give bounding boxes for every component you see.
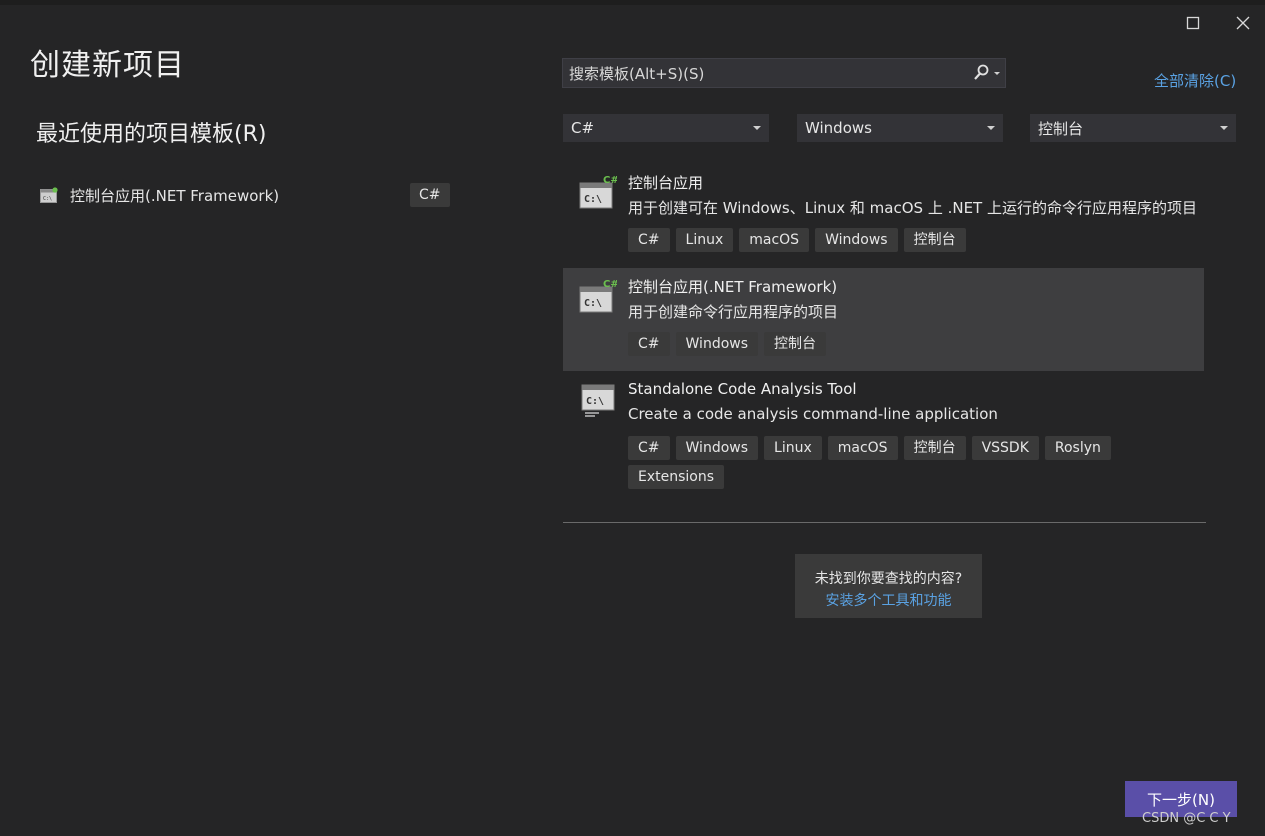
tag: macOS bbox=[827, 436, 898, 460]
close-button[interactable] bbox=[1229, 10, 1257, 36]
search-options-button[interactable] bbox=[969, 59, 1005, 87]
tag: Linux bbox=[675, 228, 734, 252]
chevron-down-icon bbox=[753, 126, 761, 130]
recent-template-language-tag: C# bbox=[410, 183, 450, 207]
svg-text:C#: C# bbox=[603, 279, 617, 290]
maximize-icon bbox=[1186, 16, 1200, 30]
tag: C# bbox=[628, 228, 670, 252]
template-name: 控制台应用 bbox=[628, 174, 704, 192]
template-item-console-app-net-framework[interactable]: C:\ C# 控制台应用(.NET Framework) 用于创建命令行应用程序… bbox=[563, 268, 1204, 371]
svg-text:C:\: C:\ bbox=[43, 196, 52, 202]
project-type-filter-value: 控制台 bbox=[1038, 119, 1084, 138]
template-item-standalone-code-analysis-tool[interactable]: C:\ Standalone Code Analysis Tool Create… bbox=[563, 372, 1204, 502]
chevron-down-icon bbox=[1220, 126, 1228, 130]
not-found-panel: 未找到你要查找的内容? 安装多个工具和功能 bbox=[795, 554, 982, 618]
tag: C# bbox=[628, 436, 670, 460]
tag: 控制台 bbox=[903, 228, 966, 252]
tag: C# bbox=[628, 332, 670, 356]
tag: 控制台 bbox=[764, 332, 827, 356]
install-tools-link[interactable]: 安装多个工具和功能 bbox=[795, 590, 982, 610]
tag: macOS bbox=[739, 228, 810, 252]
console-csharp-icon: C:\ C# bbox=[579, 175, 617, 209]
template-description: 用于创建可在 Windows、Linux 和 macOS 上 .NET 上运行的… bbox=[628, 199, 1197, 217]
tag: Extensions bbox=[628, 465, 725, 489]
language-filter-value: C# bbox=[571, 119, 595, 137]
platform-filter-dropdown[interactable]: Windows bbox=[797, 114, 1003, 142]
tag: VSSDK bbox=[971, 436, 1039, 460]
recent-templates-heading: 最近使用的项目模板(R) bbox=[36, 122, 267, 147]
template-name: Standalone Code Analysis Tool bbox=[628, 380, 857, 398]
clear-all-link[interactable]: 全部清除(C) bbox=[1154, 70, 1236, 91]
platform-filter-value: Windows bbox=[805, 119, 872, 137]
svg-text:C:\: C:\ bbox=[584, 298, 602, 309]
chevron-down-icon bbox=[987, 126, 995, 130]
template-item-console-app[interactable]: C:\ C# 控制台应用 用于创建可在 Windows、Linux 和 macO… bbox=[563, 164, 1204, 266]
search-icon bbox=[974, 64, 1000, 80]
list-divider bbox=[563, 522, 1206, 523]
template-search-box[interactable]: 搜索模板(Alt+S)(S) bbox=[562, 58, 1006, 88]
tag: 控制台 bbox=[903, 436, 966, 460]
close-icon bbox=[1236, 16, 1250, 30]
template-description: Create a code analysis command-line appl… bbox=[628, 405, 998, 423]
svg-text:C:\: C:\ bbox=[584, 194, 602, 205]
not-found-question: 未找到你要查找的内容? bbox=[814, 571, 963, 587]
template-tags: C# Windows Linux macOS 控制台 VSSDK Roslyn Extensi… bbox=[628, 436, 1188, 494]
recent-template-item[interactable]: C:\ 控制台应用(.NET Framework) C# bbox=[40, 180, 450, 210]
tag: Windows bbox=[675, 436, 759, 460]
tag: Linux bbox=[764, 436, 822, 460]
watermark: CSDN @C C Y bbox=[1142, 811, 1231, 826]
template-description: 用于创建命令行应用程序的项目 bbox=[628, 303, 839, 321]
console-csharp-icon: C:\ C# bbox=[579, 279, 617, 313]
project-type-filter-dropdown[interactable]: 控制台 bbox=[1030, 114, 1236, 142]
tag: Windows bbox=[675, 332, 759, 356]
console-analysis-icon: C:\ bbox=[581, 384, 615, 417]
search-input[interactable]: 搜索模板(Alt+S)(S) bbox=[569, 63, 969, 84]
svg-text:C:\: C:\ bbox=[586, 396, 604, 407]
page-title: 创建新项目 bbox=[30, 48, 185, 83]
tag: Roslyn bbox=[1044, 436, 1111, 460]
template-tags: C# Linux macOS Windows 控制台 bbox=[628, 228, 1188, 257]
recent-template-label: 控制台应用(.NET Framework) bbox=[70, 186, 280, 205]
template-name: 控制台应用(.NET Framework) bbox=[628, 278, 838, 296]
window-top-border bbox=[0, 0, 1265, 5]
tag: Windows bbox=[815, 228, 898, 252]
template-tags: C# Windows 控制台 bbox=[628, 332, 1188, 361]
console-csharp-icon: C:\ bbox=[40, 187, 58, 203]
maximize-button[interactable] bbox=[1179, 10, 1207, 36]
language-filter-dropdown[interactable]: C# bbox=[563, 114, 769, 142]
svg-text:C#: C# bbox=[603, 175, 617, 186]
